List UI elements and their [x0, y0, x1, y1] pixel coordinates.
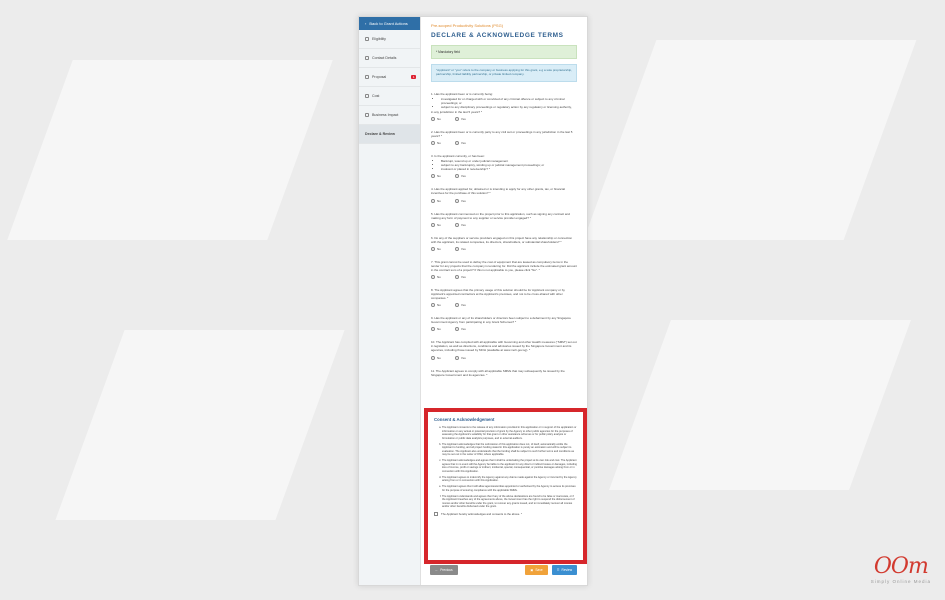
consent-acknowledgement-section: Consent & Acknowledgement The Applicant …: [424, 408, 587, 564]
consent-item: The Applicant agrees that it will allow …: [442, 485, 577, 492]
radio-yes[interactable]: Yes: [454, 199, 466, 203]
form-footer: ← Previous ▣ Save ☰ Review: [424, 565, 587, 575]
review-icon: ☰: [556, 568, 560, 572]
consent-item: The Applicant acknowledges and agrees th…: [442, 459, 577, 473]
radio-yes[interactable]: Yes: [454, 275, 466, 280]
save-button[interactable]: ▣ Save: [525, 565, 548, 575]
radio-yes[interactable]: Yes: [454, 223, 466, 227]
logo-mark: OOm: [873, 554, 929, 579]
radio-no[interactable]: No: [431, 174, 441, 179]
sidebar-item-declare-review[interactable]: Declare & Review: [359, 125, 420, 144]
radio-yes[interactable]: Yes: [454, 356, 466, 360]
contact-icon: [365, 56, 369, 60]
sidebar-item-proposal[interactable]: Proposal 1: [359, 68, 420, 87]
consent-item: The Applicant understands and agrees tha…: [442, 495, 577, 509]
radio-no[interactable]: No: [431, 199, 441, 203]
arrow-left-icon: ←: [435, 568, 439, 572]
question-2: 2. Has the applicant been or is currentl…: [431, 130, 573, 146]
brand-logo: OOm Simply Online Media: [871, 554, 931, 584]
chevron-left-icon: ‹: [365, 21, 367, 26]
radio-yes[interactable]: Yes: [454, 117, 466, 122]
logo-tagline: Simply Online Media: [870, 579, 931, 584]
radio-yes[interactable]: Yes: [454, 141, 466, 146]
radio-yes[interactable]: Yes: [454, 327, 466, 332]
question-3: 3. Is the applicant currently, or has be…: [431, 154, 577, 179]
applicant-info-note: "Applicant" or "you" refers to the compa…: [431, 64, 577, 82]
sidebar-item-eligibility[interactable]: Eligibility: [359, 30, 420, 49]
proposal-icon: [365, 75, 369, 79]
radio-yes[interactable]: Yes: [454, 303, 466, 308]
review-button[interactable]: ☰ Review: [551, 565, 577, 575]
radio-no[interactable]: No: [431, 141, 441, 146]
status-badge: 1: [411, 75, 416, 79]
back-to-grant-actions-button[interactable]: ‹ Back to Grant Actions: [359, 17, 420, 30]
grant-name: Pre-scoped Productivity Solutions (PSG): [431, 23, 504, 28]
question-6: 6. Do any of the suppliers or service pr…: [431, 235, 573, 251]
question-5: 5. Has the applicant commenced on the pr…: [431, 211, 570, 227]
background-shape: [7, 60, 333, 240]
save-icon: ▣: [530, 568, 534, 572]
background-shape: [55, 330, 345, 520]
consent-checkbox-row[interactable]: The Applicant hereby acknowledges and co…: [434, 511, 577, 516]
question-7: 7. This grant cannot be used to defray t…: [431, 259, 577, 280]
radio-no[interactable]: No: [431, 223, 441, 227]
radio-no[interactable]: No: [431, 327, 441, 332]
question-4: 4. Has the applicant applied for, obtain…: [431, 187, 565, 203]
sidebar: ‹ Back to Grant Actions Eligibility Cont…: [359, 17, 421, 585]
chart-icon: [365, 113, 369, 117]
page-title: DECLARE & ACKNOWLEDGE TERMS: [431, 32, 564, 39]
radio-no[interactable]: No: [431, 275, 441, 280]
previous-button[interactable]: ← Previous: [430, 565, 458, 575]
question-9: 9. Has the applicant or any of its share…: [431, 316, 571, 332]
sidebar-item-contact-details[interactable]: Contact Details: [359, 49, 420, 68]
background-shape: [583, 40, 917, 240]
consent-item: The Applicant consents to the release of…: [442, 426, 577, 440]
radio-no[interactable]: No: [431, 247, 441, 251]
background-shape: [609, 320, 911, 490]
consent-title: Consent & Acknowledgement: [434, 417, 495, 422]
sidebar-item-cost[interactable]: Cost: [359, 87, 420, 106]
radio-no[interactable]: No: [431, 356, 441, 360]
radio-yes[interactable]: Yes: [454, 247, 466, 251]
consent-item: The Applicant agrees to indemnify the Ag…: [442, 476, 577, 483]
question-1: 1. Has the applicant been or is currentl…: [431, 92, 577, 122]
sidebar-item-business-impact[interactable]: Business Impact: [359, 106, 420, 125]
consent-checkbox[interactable]: [434, 511, 438, 516]
document-icon: [365, 37, 369, 41]
radio-yes[interactable]: Yes: [454, 174, 466, 179]
radio-no[interactable]: No: [431, 117, 441, 122]
question-10: 10. The Applicant has complied with all …: [431, 340, 577, 360]
consent-item: The Applicant acknowledges that the subm…: [442, 443, 577, 457]
cost-icon: [365, 94, 369, 98]
question-8: 8. The Applicant agrees that the primary…: [431, 288, 565, 308]
consent-list: The Applicant consents to the release of…: [442, 426, 577, 509]
mandatory-field-note: * Mandatory field: [431, 45, 577, 59]
question-11: 11. The Applicant agrees to comply with …: [431, 368, 565, 377]
radio-no[interactable]: No: [431, 303, 441, 308]
